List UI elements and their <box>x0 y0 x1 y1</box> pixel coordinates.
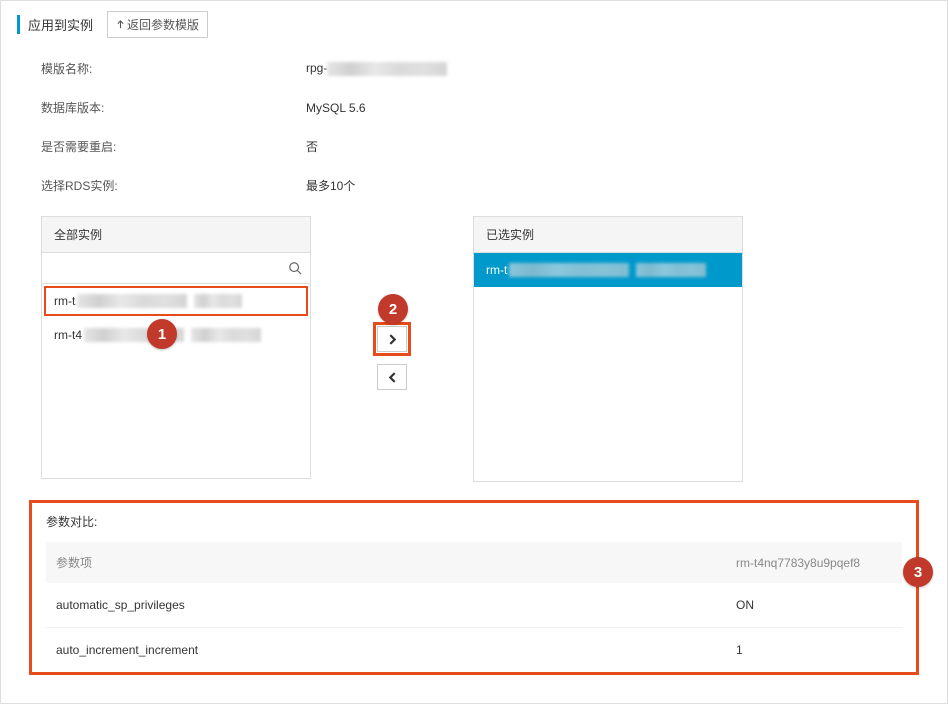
transfer-panel: 全部实例 rm-t rm-t4 1 2 <box>1 216 947 482</box>
column-param-header: 参数项 <box>46 542 726 583</box>
move-right-button[interactable] <box>377 326 407 352</box>
template-name-label: 模版名称: <box>41 60 306 77</box>
db-version-value: MySQL 5.6 <box>306 101 366 115</box>
column-instance-header: rm-t4nq7783y8u9pqef8 <box>726 542 902 583</box>
search-input[interactable] <box>50 253 288 283</box>
all-instances-title: 全部实例 <box>42 217 310 253</box>
param-value-cell: ON <box>726 583 902 628</box>
back-button-label: 返回参数模版 <box>127 16 199 33</box>
move-left-button[interactable] <box>377 364 407 390</box>
compare-section: 参数对比: 参数项 rm-t4nq7783y8u9pqef8 automatic… <box>29 500 919 675</box>
select-rds-label: 选择RDS实例: <box>41 177 306 194</box>
callout-2: 2 <box>378 294 408 324</box>
selected-instances-title: 已选实例 <box>474 217 742 253</box>
table-row: auto_increment_increment 1 <box>46 628 902 673</box>
list-item[interactable]: rm-t <box>474 253 742 287</box>
compare-table: 参数项 rm-t4nq7783y8u9pqef8 automatic_sp_pr… <box>46 542 902 672</box>
chevron-right-icon <box>388 334 397 345</box>
compare-title: 参数对比: <box>46 513 902 530</box>
page-title: 应用到实例 <box>17 15 93 34</box>
param-name-cell: auto_increment_increment <box>46 628 726 673</box>
table-row: automatic_sp_privileges ON <box>46 583 902 628</box>
select-rds-value: 最多10个 <box>306 177 355 194</box>
template-name-value: rpg- <box>306 61 447 76</box>
param-name-cell: automatic_sp_privileges <box>46 583 726 628</box>
back-button[interactable]: 返回参数模版 <box>107 11 208 38</box>
callout-3: 3 <box>903 557 933 587</box>
callout-1: 1 <box>147 319 177 349</box>
db-version-label: 数据库版本: <box>41 99 306 116</box>
need-restart-value: 否 <box>306 138 318 155</box>
selected-instances-panel: 已选实例 rm-t <box>473 216 743 482</box>
need-restart-label: 是否需要重启: <box>41 138 306 155</box>
search-icon <box>288 261 302 275</box>
list-item[interactable]: rm-t <box>42 284 310 318</box>
param-value-cell: 1 <box>726 628 902 673</box>
all-instances-panel: 全部实例 rm-t rm-t4 1 <box>41 216 311 479</box>
chevron-left-icon <box>388 372 397 383</box>
back-arrow-icon <box>116 20 125 29</box>
